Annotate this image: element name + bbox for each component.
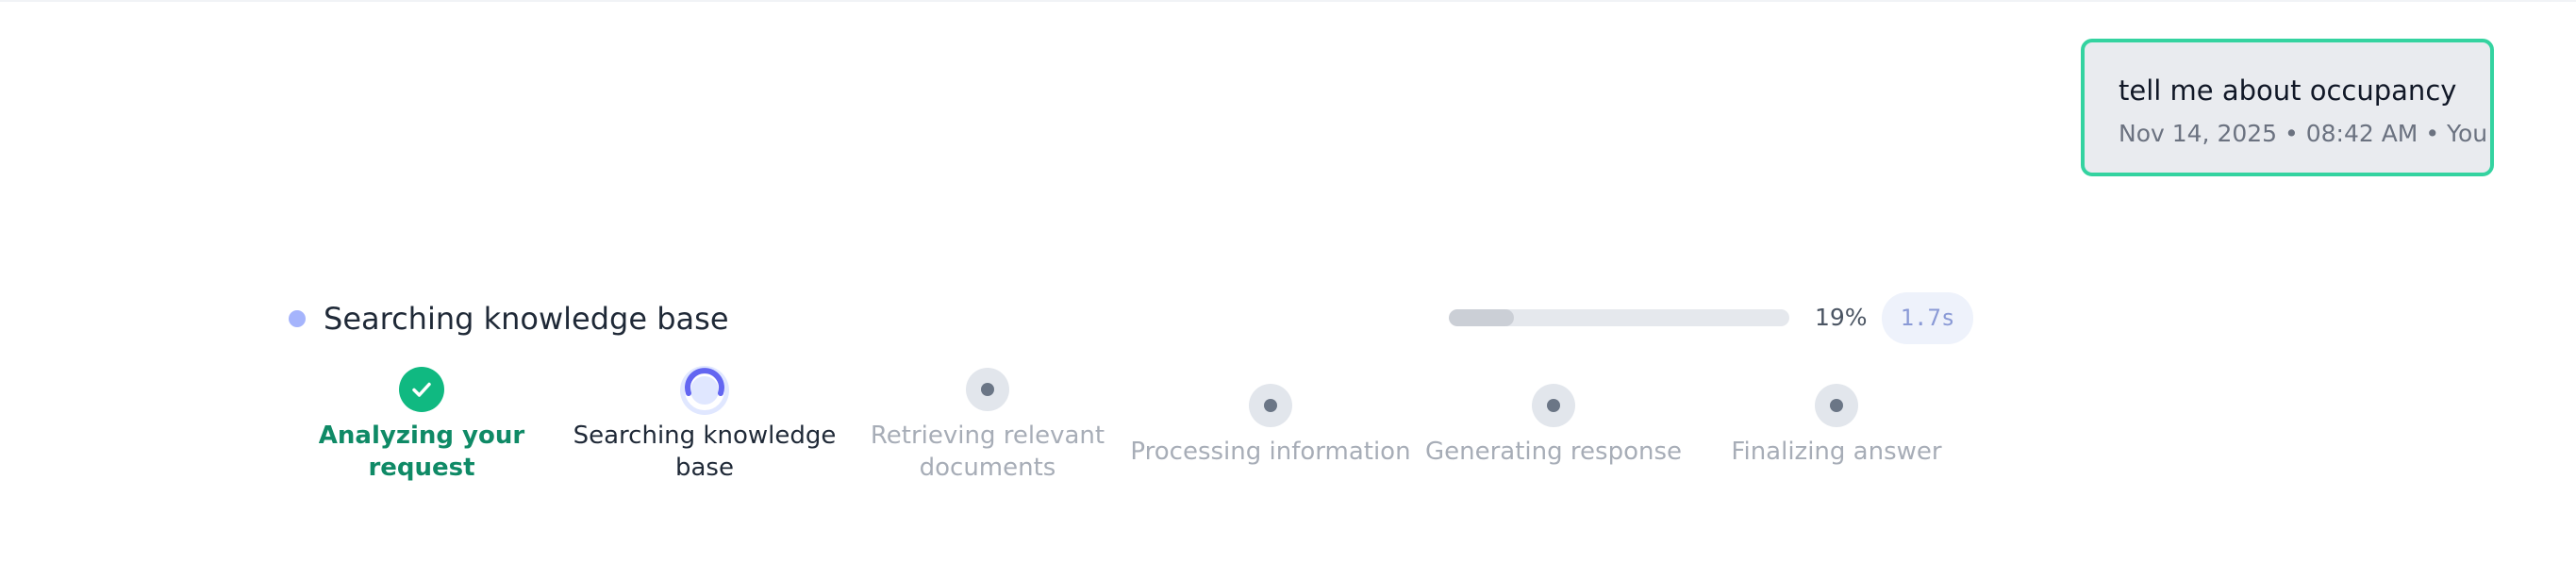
pending-dot-icon [1815,384,1858,427]
step-searching-knowledge-base: Searching knowledge base [563,366,846,488]
user-message-bubble: tell me about occupancy Nov 14, 2025 • 0… [2081,39,2494,176]
check-icon [399,367,444,412]
step-label: Finalizing answer [1731,438,1942,466]
progress-bar-fill [1449,309,1514,326]
progress-percent: 19% [1815,304,1868,331]
spinner-icon [680,366,729,415]
top-divider [0,0,2576,2]
step-label: Processing information [1130,438,1411,466]
pending-dot-icon [1249,384,1292,427]
step-label: Retrieving relevant documents [870,422,1105,482]
elapsed-time-badge: 1.7s [1882,292,1973,344]
step-processing-information: Processing information [1129,384,1412,478]
user-message-meta: Nov 14, 2025 • 08:42 AM • You [2119,120,2488,147]
status-indicator-dot [289,310,306,327]
pending-dot-icon [1532,384,1575,427]
status-title: Searching knowledge base [324,301,729,337]
step-generating-response: Generating response [1412,384,1695,478]
step-label: Generating response [1425,438,1682,466]
step-finalizing-answer: Finalizing answer [1695,384,1978,478]
step-retrieving-documents: Retrieving relevant documents [846,368,1129,490]
step-label: Searching knowledge base [573,422,837,482]
user-message-text: tell me about occupancy [2119,74,2457,107]
step-analyzing-request: Analyzing your request [280,367,563,489]
pending-dot-icon [966,368,1009,411]
step-label: Analyzing your request [318,422,525,482]
progress-bar [1449,309,1789,326]
